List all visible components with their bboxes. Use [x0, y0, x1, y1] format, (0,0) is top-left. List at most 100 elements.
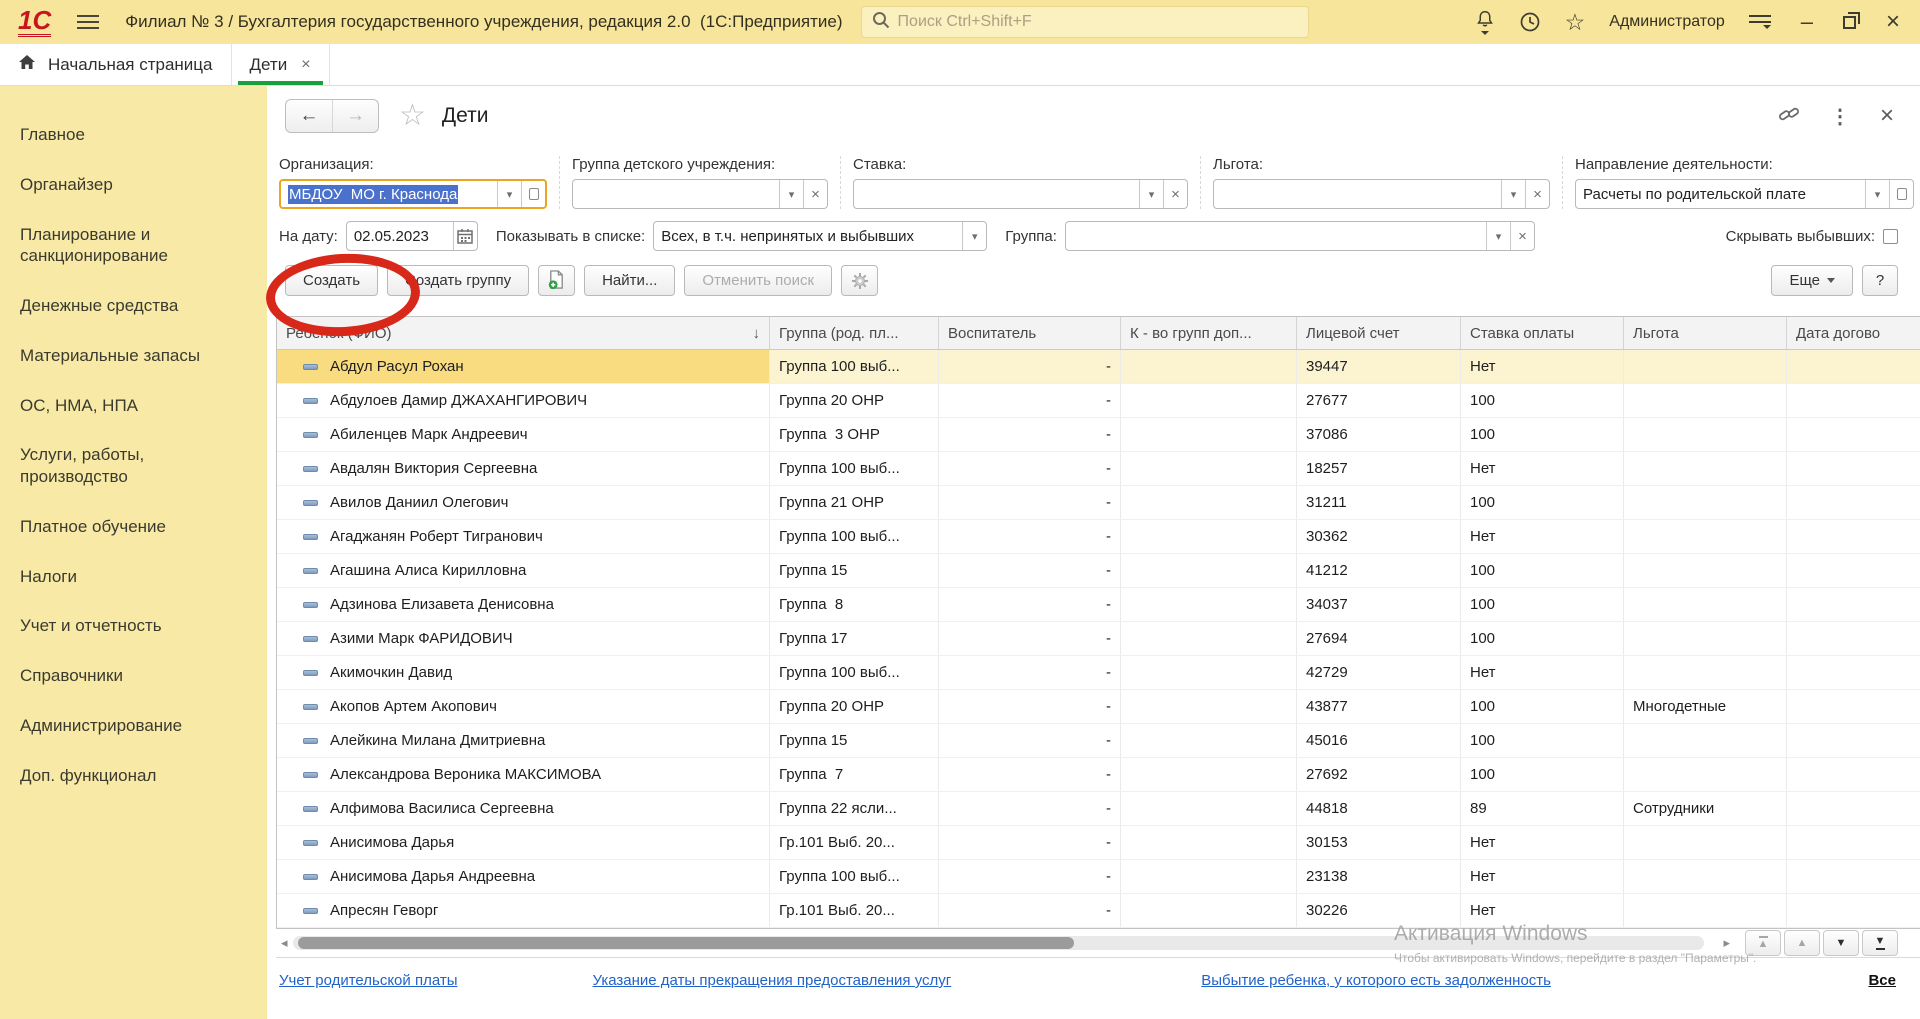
get-link-icon[interactable] [1778, 103, 1800, 130]
direction-combo[interactable]: Расчеты по родительской плате ▾ [1575, 179, 1914, 209]
create-group-button[interactable]: Создать группу [387, 265, 529, 296]
benefit-combo[interactable]: ▾ × [1213, 179, 1550, 209]
panel-close-icon[interactable]: × [1880, 104, 1894, 128]
table-row[interactable]: Апресян Геворг Гр.101 Выб. 20... - 30226… [277, 894, 1920, 928]
table-row[interactable]: Адзинова Елизавета Денисовна Группа 8 - … [277, 588, 1920, 622]
column-header-group[interactable]: Группа (род. пл... [770, 317, 939, 349]
table-row[interactable]: Агашина Алиса Кирилловна Группа 15 - 412… [277, 554, 1920, 588]
sidebar-item[interactable]: Администрирование [0, 701, 267, 751]
sidebar-item[interactable]: Материальные запасы [0, 331, 267, 381]
group-inst-clear-icon[interactable]: × [803, 180, 827, 208]
rate-dropdown-icon[interactable]: ▾ [1139, 180, 1163, 208]
sidebar-item[interactable]: Учет и отчетность [0, 601, 267, 651]
back-button[interactable]: ← [286, 100, 332, 132]
sidebar-item[interactable]: Услуги, работы, производство [0, 430, 267, 502]
window-restore-button[interactable] [1843, 16, 1856, 29]
table-row[interactable]: Алфимова Василиса Сергеевна Группа 22 яс… [277, 792, 1920, 826]
rate-clear-icon[interactable]: × [1163, 180, 1187, 208]
horizontal-scrollbar[interactable] [293, 936, 1705, 950]
window-minimize-button[interactable]: – [1795, 18, 1819, 27]
group-inst-dropdown-icon[interactable]: ▾ [779, 180, 803, 208]
window-close-button[interactable]: × [1880, 10, 1906, 34]
link-all-commands[interactable]: Все [1868, 972, 1896, 989]
link-service-termination-date[interactable]: Указание даты прекращения предоставления… [592, 972, 951, 989]
org-open-icon[interactable] [521, 181, 545, 207]
tab-close-icon[interactable]: × [301, 56, 310, 74]
group-filter-dropdown-icon[interactable]: ▾ [1486, 222, 1510, 250]
org-dropdown-icon[interactable]: ▾ [497, 181, 521, 207]
group-inst-combo[interactable]: ▾ × [572, 179, 828, 209]
hide-departed-checkbox[interactable] [1883, 229, 1898, 244]
column-header-contract-date[interactable]: Дата догово [1787, 317, 1920, 349]
hamburger-menu-icon[interactable] [77, 15, 99, 29]
column-header-pay-rate[interactable]: Ставка оплаты [1461, 317, 1624, 349]
create-new-document-icon[interactable] [538, 265, 575, 296]
calendar-icon[interactable] [453, 222, 477, 250]
service-menu-icon[interactable] [1749, 15, 1771, 29]
show-in-list-combo[interactable]: Всех, в т.ч. непринятых и выбывших ▾ [653, 221, 987, 251]
next-page-button[interactable]: ▼ [1823, 930, 1859, 956]
forward-button[interactable]: → [332, 100, 378, 132]
table-row[interactable]: Абдулоев Дамир ДЖАХАНГИРОВИЧ Группа 20 О… [277, 384, 1920, 418]
current-user[interactable]: Администратор [1609, 13, 1724, 31]
table-row[interactable]: Абдул Расул Рохан Группа 100 выб... - 39… [277, 350, 1920, 384]
sidebar-item[interactable]: Денежные средства [0, 281, 267, 331]
link-parent-payment[interactable]: Учет родительской платы [279, 972, 457, 989]
more-actions-button[interactable]: Еще [1771, 265, 1853, 296]
sidebar-item[interactable]: Органайзер [0, 160, 267, 210]
configure-list-gear-icon[interactable] [841, 265, 878, 296]
sidebar-item[interactable]: Платное обучение [0, 502, 267, 552]
show-in-list-dropdown-icon[interactable]: ▾ [962, 222, 986, 250]
group-filter-clear-icon[interactable]: × [1510, 222, 1534, 250]
scrollbar-thumb[interactable] [298, 937, 1075, 949]
table-row[interactable]: Анисимова Дарья Гр.101 Выб. 20... - 3015… [277, 826, 1920, 860]
scroll-right-icon[interactable]: ▸ [1718, 935, 1735, 951]
table-row[interactable]: Анисимова Дарья Андреевна Группа 100 выб… [277, 860, 1920, 894]
history-icon[interactable] [1519, 11, 1541, 33]
table-row[interactable]: Алейкина Милана Дмитриевна Группа 15 - 4… [277, 724, 1920, 758]
rate-combo[interactable]: ▾ × [853, 179, 1188, 209]
column-header-benefit[interactable]: Льгота [1624, 317, 1787, 349]
scroll-left-icon[interactable]: ◂ [276, 935, 293, 951]
org-combo[interactable]: МБДОУ МО г. Краснода ▾ [279, 179, 547, 209]
sidebar-item[interactable]: Налоги [0, 552, 267, 602]
benefit-clear-icon[interactable]: × [1525, 180, 1549, 208]
table-row[interactable]: Акимочкин Давид Группа 100 выб... - 4272… [277, 656, 1920, 690]
go-to-bottom-button[interactable]: ▼ [1862, 930, 1898, 956]
direction-open-icon[interactable] [1889, 180, 1913, 208]
sidebar-item[interactable]: Доп. функционал [0, 751, 267, 801]
column-header-account[interactable]: Лицевой счет [1297, 317, 1461, 349]
column-header-extra-groups[interactable]: К - во групп доп... [1121, 317, 1297, 349]
sidebar-item[interactable]: Планирование и санкционирование [0, 210, 267, 282]
sidebar-item[interactable]: Главное [0, 110, 267, 160]
link-child-departure-debt[interactable]: Выбытие ребенка, у которого есть задолже… [1201, 972, 1551, 989]
previous-page-button[interactable]: ▲ [1784, 930, 1820, 956]
sidebar-item[interactable]: Справочники [0, 651, 267, 701]
favorites-star-icon[interactable]: ☆ [1565, 11, 1586, 34]
table-row[interactable]: Александрова Вероника МАКСИМОВА Группа 7… [277, 758, 1920, 792]
date-field[interactable]: 02.05.2023 [346, 221, 478, 251]
notifications-bell-icon[interactable] [1475, 10, 1495, 35]
table-row[interactable]: Абиленцев Марк Андреевич Группа 3 ОНР - … [277, 418, 1920, 452]
table-row[interactable]: Авилов Даниил Олегович Группа 21 ОНР - 3… [277, 486, 1920, 520]
table-row[interactable]: Агаджанян Роберт Тигранович Группа 100 в… [277, 520, 1920, 554]
column-header-child-name[interactable]: Ребенок (ФИО) ↓ [277, 317, 770, 349]
help-button[interactable]: ? [1862, 265, 1898, 296]
go-to-top-button[interactable]: ▲ [1745, 930, 1781, 956]
table-row[interactable]: Авдалян Виктория Сергеевна Группа 100 вы… [277, 452, 1920, 486]
create-button[interactable]: Создать [285, 265, 378, 296]
sidebar-item[interactable]: ОС, НМА, НПА [0, 381, 267, 431]
tab-deti[interactable]: Дети × [232, 44, 330, 85]
table-row[interactable]: Азими Марк ФАРИДОВИЧ Группа 17 - 27694 1… [277, 622, 1920, 656]
group-filter-combo[interactable]: ▾ × [1065, 221, 1535, 251]
direction-dropdown-icon[interactable]: ▾ [1865, 180, 1889, 208]
column-header-tutor[interactable]: Воспитатель [939, 317, 1121, 349]
cell-child-name: Акопов Артем Акопович [277, 690, 770, 723]
add-to-favorites-star-icon[interactable]: ☆ [399, 101, 426, 131]
tab-home[interactable]: Начальная страница [0, 44, 232, 85]
benefit-dropdown-icon[interactable]: ▾ [1501, 180, 1525, 208]
more-menu-icon[interactable]: ⋮ [1830, 104, 1850, 129]
find-button[interactable]: Найти... [584, 265, 675, 296]
global-search-input[interactable]: Поиск Ctrl+Shift+F [861, 6, 1309, 38]
table-row[interactable]: Акопов Артем Акопович Группа 20 ОНР - 43… [277, 690, 1920, 724]
